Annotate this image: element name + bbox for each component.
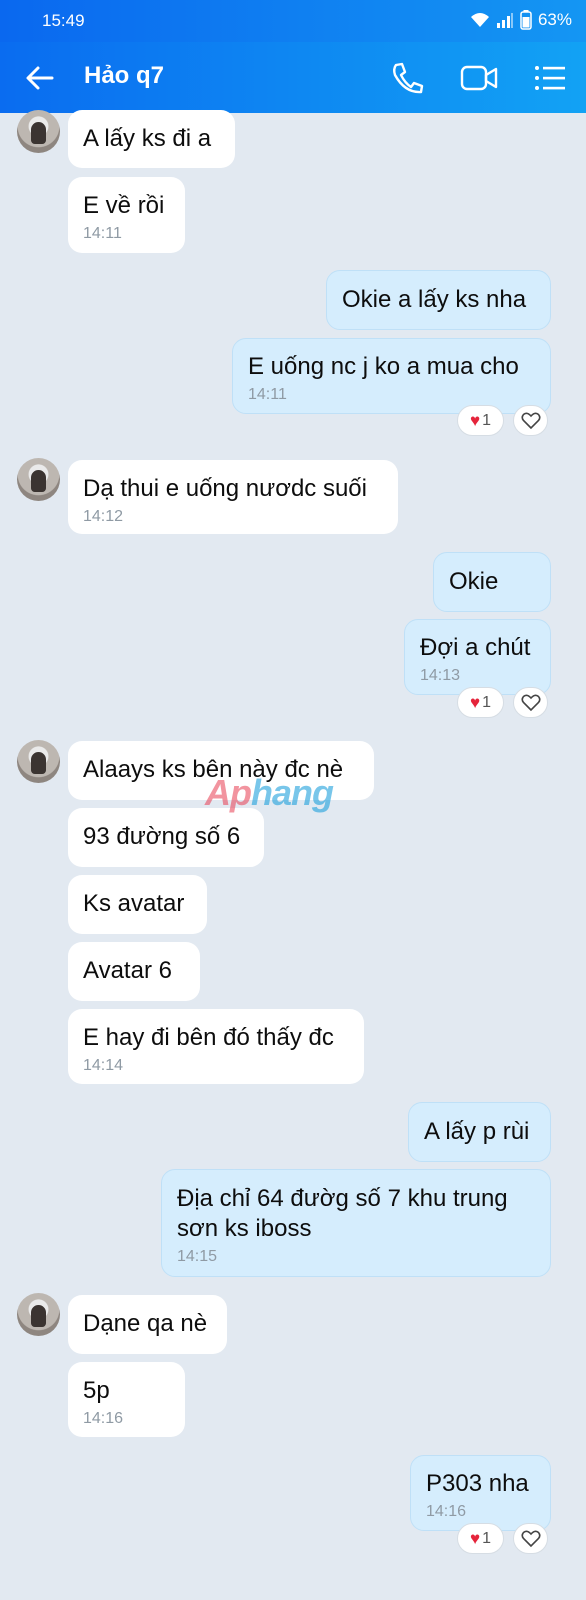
- back-arrow-icon[interactable]: [22, 61, 58, 95]
- reaction-count: 1: [482, 411, 491, 429]
- message-bubble-incoming[interactable]: E hay đi bên đó thấy đc 14:14: [68, 1009, 364, 1084]
- message-text: 5p: [83, 1377, 110, 1404]
- message-bubble-incoming[interactable]: A lấy ks đi a: [68, 110, 235, 168]
- message-bubble-outgoing[interactable]: A lấy p rùi: [408, 1102, 551, 1162]
- red-heart-icon: ♥: [470, 1529, 481, 1548]
- message-text: Okie a lấy ks nha: [342, 286, 527, 313]
- signal-icon: [496, 13, 513, 28]
- contact-avatar[interactable]: [17, 1293, 60, 1336]
- red-heart-icon: ♥: [470, 693, 481, 712]
- heart-outline-icon: [520, 694, 541, 711]
- red-heart-icon: ♥: [470, 411, 481, 430]
- video-call-icon[interactable]: [460, 60, 498, 96]
- message-time: 14:15: [177, 1248, 218, 1265]
- message-text: E về rồi: [83, 192, 165, 219]
- message-time: 14:11: [248, 386, 287, 403]
- contact-avatar[interactable]: [17, 458, 60, 501]
- message-time: 14:11: [83, 225, 122, 242]
- message-bubble-outgoing[interactable]: Okie: [433, 552, 551, 612]
- contact-avatar[interactable]: [17, 740, 60, 783]
- battery-percent: 63%: [537, 10, 572, 29]
- phone-call-icon[interactable]: [390, 60, 424, 96]
- message-text: E hay đi bên đó thấy đc: [83, 1024, 334, 1051]
- message-bubble-incoming[interactable]: Avatar 6: [68, 942, 200, 1001]
- contact-avatar[interactable]: [17, 110, 60, 153]
- message-text: 93 đường số 6: [83, 823, 241, 850]
- message-bubble-incoming[interactable]: 93 đường số 6: [68, 808, 264, 867]
- reaction-count-badge[interactable]: ♥ 1: [457, 687, 504, 718]
- message-bubble-outgoing[interactable]: Địa chỉ 64 đườg số 7 khu trung sơn ks ib…: [161, 1169, 551, 1277]
- message-bubble-outgoing[interactable]: E uống nc j ko a mua cho 14:11: [232, 338, 551, 414]
- reaction-count-badge[interactable]: ♥ 1: [457, 1523, 504, 1554]
- message-text: Ks avatar: [83, 890, 185, 917]
- status-icons: 63%: [470, 10, 572, 30]
- battery-icon: [520, 10, 532, 30]
- message-text: A lấy ks đi a: [83, 125, 212, 152]
- message-time: 14:14: [83, 1057, 124, 1074]
- message-bubble-incoming[interactable]: Ks avatar: [68, 875, 207, 934]
- status-time: 15:49: [42, 11, 85, 30]
- react-heart-button[interactable]: [513, 405, 548, 436]
- reaction-count: 1: [482, 1529, 491, 1547]
- reaction-count-badge[interactable]: ♥ 1: [457, 405, 504, 436]
- wifi-icon: [470, 13, 489, 27]
- message-bubble-incoming[interactable]: Dạ thui e uống nươdc suối 14:12: [68, 460, 398, 534]
- message-text: Avatar 6: [83, 957, 172, 984]
- message-text: Địa chỉ 64 đườg số 7 khu trung sơn ks ib…: [177, 1185, 508, 1242]
- message-time: 14:12: [83, 508, 124, 525]
- message-text: Dạne qa nè: [83, 1310, 208, 1337]
- message-text: P303 nha: [426, 1470, 529, 1497]
- message-text: E uống nc j ko a mua cho: [248, 353, 519, 380]
- reaction-count: 1: [482, 693, 491, 711]
- message-time: 14:13: [420, 667, 461, 684]
- react-heart-button[interactable]: [513, 687, 548, 718]
- message-text: Dạ thui e uống nươdc suối: [83, 475, 367, 502]
- message-text: A lấy p rùi: [424, 1118, 530, 1145]
- message-bubble-incoming[interactable]: E về rồi 14:11: [68, 177, 185, 253]
- chat-header: Hảo q7: [0, 42, 586, 113]
- status-bar: 15:49 63%: [0, 0, 586, 42]
- message-text: Okie: [449, 568, 499, 595]
- heart-outline-icon: [520, 1530, 541, 1547]
- menu-list-icon[interactable]: [534, 60, 566, 96]
- contact-name[interactable]: Hảo q7: [84, 62, 164, 90]
- message-time: 14:16: [426, 1503, 467, 1520]
- message-bubble-incoming[interactable]: Dạne qa nè: [68, 1295, 227, 1354]
- heart-outline-icon: [520, 412, 541, 429]
- message-bubble-outgoing[interactable]: Đợi a chút 14:13: [404, 619, 551, 695]
- watermark-logo: Aphang: [205, 772, 334, 813]
- message-bubble-outgoing[interactable]: Okie a lấy ks nha: [326, 270, 551, 330]
- message-text: Đợi a chút: [420, 634, 531, 661]
- message-bubble-outgoing[interactable]: P303 nha 14:16: [410, 1455, 551, 1531]
- message-time: 14:16: [83, 1410, 124, 1427]
- chat-screen: 15:49 63% Hảo q7 A lấy ks đi a E về rồi …: [0, 0, 586, 1600]
- react-heart-button[interactable]: [513, 1523, 548, 1554]
- message-bubble-incoming[interactable]: 5p 14:16: [68, 1362, 185, 1437]
